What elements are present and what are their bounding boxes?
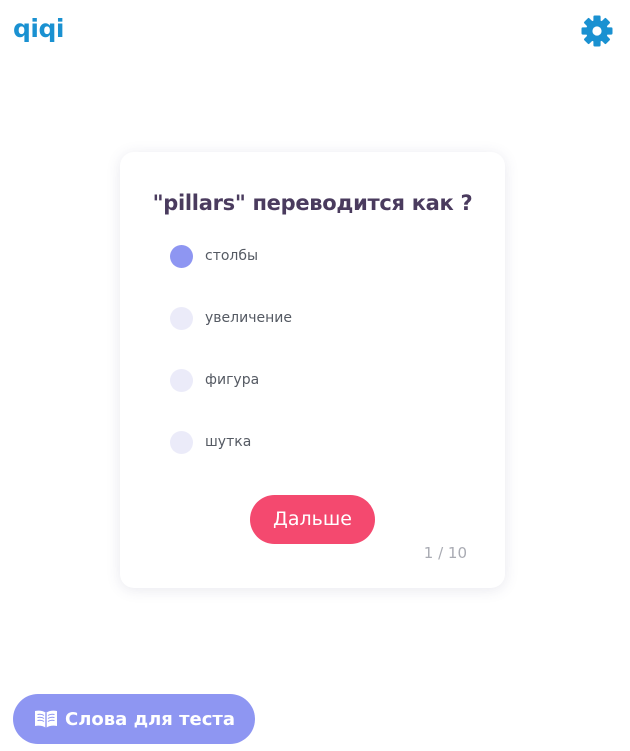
quiz-page: qiqi "pillars" переводится как ? столбы — [0, 0, 630, 751]
answer-option-2[interactable]: увеличение — [170, 306, 292, 330]
answer-label: шутка — [205, 434, 252, 450]
answer-option-4[interactable]: шутка — [170, 430, 292, 454]
radio-button[interactable] — [170, 368, 193, 392]
answer-options: столбы увеличение фигура шутка — [170, 244, 292, 492]
settings-button[interactable] — [580, 14, 614, 48]
radio-button[interactable] — [170, 306, 193, 330]
radio-button[interactable] — [170, 244, 193, 268]
question-counter: 1 / 10 — [423, 544, 467, 562]
answer-label: фигура — [205, 372, 260, 388]
test-words-label: Слова для теста — [65, 708, 235, 730]
answer-label: увеличение — [205, 310, 292, 326]
answer-option-1[interactable]: столбы — [170, 244, 292, 268]
test-words-button[interactable]: Слова для теста — [13, 694, 255, 744]
quiz-card: "pillars" переводится как ? столбы увели… — [120, 152, 505, 588]
answer-option-3[interactable]: фигура — [170, 368, 292, 392]
radio-button[interactable] — [170, 430, 193, 454]
question-text: "pillars" переводится как ? — [152, 191, 473, 215]
book-icon — [33, 709, 59, 729]
app-logo[interactable]: qiqi — [13, 14, 64, 43]
gear-icon — [581, 15, 613, 47]
next-button[interactable]: Дальше — [250, 495, 375, 544]
answer-label: столбы — [205, 248, 259, 264]
